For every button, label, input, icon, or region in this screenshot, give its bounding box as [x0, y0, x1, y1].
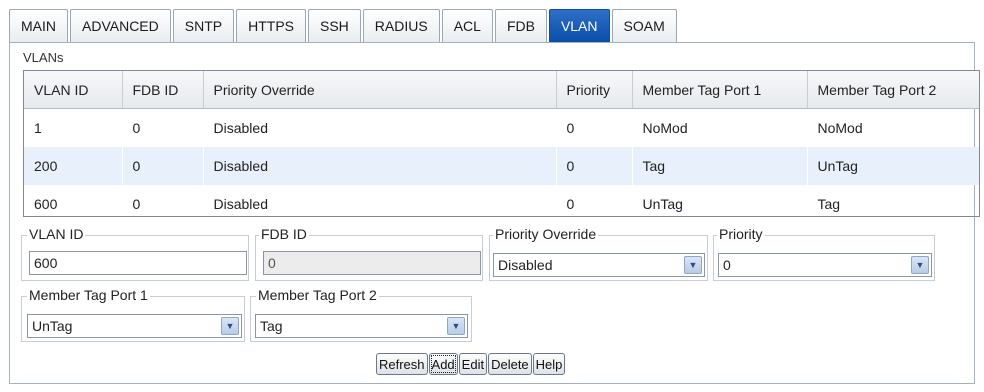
column-header-member-tag-port-2[interactable]: Member Tag Port 2	[807, 71, 979, 109]
member-tag-port-2-label: Member Tag Port 2	[256, 287, 379, 303]
column-header-priority-override[interactable]: Priority Override	[203, 71, 557, 109]
cell-priority-override: Disabled	[203, 108, 557, 147]
table-row[interactable]: 1 0 Disabled 0 NoMod NoMod	[24, 108, 979, 147]
chevron-down-icon[interactable]: ▼	[684, 256, 702, 274]
cell-priority-override: Disabled	[203, 147, 557, 185]
tab-acl[interactable]: ACL	[441, 9, 493, 42]
cell-member-tag-port-1: Tag	[632, 147, 808, 185]
vlan-id-input[interactable]	[29, 251, 247, 275]
priority-override-value: Disabled	[498, 257, 553, 273]
member-tag-port-1-label: Member Tag Port 1	[27, 287, 150, 303]
chevron-down-icon[interactable]: ▼	[911, 256, 929, 274]
tab-soam[interactable]: SOAM	[611, 9, 677, 42]
cell-fdb-id: 0	[122, 147, 204, 185]
fdb-id-label: FDB ID	[259, 226, 309, 242]
cell-priority: 0	[556, 108, 633, 147]
fdb-id-input	[263, 251, 481, 275]
member-tag-port-2-select[interactable]: Tag ▼	[255, 314, 468, 338]
tab-radius[interactable]: RADIUS	[362, 9, 440, 42]
cell-fdb-id: 0	[122, 108, 204, 147]
cell-member-tag-port-1: UnTag	[632, 185, 808, 216]
vlans-group-label: VLANs	[21, 50, 66, 65]
vlan-table: VLAN ID FDB ID Priority Override Priorit…	[23, 70, 980, 217]
edit-button[interactable]: Edit	[458, 353, 488, 375]
add-button[interactable]: Add	[428, 353, 458, 375]
tab-vlan[interactable]: VLAN	[548, 9, 610, 42]
cell-fdb-id: 0	[122, 185, 204, 216]
table-header-row: VLAN ID FDB ID Priority Override Priorit…	[24, 71, 979, 109]
action-buttons: Refresh Add Edit Delete Help	[376, 353, 566, 375]
cell-priority: 0	[556, 185, 633, 216]
chevron-down-icon[interactable]: ▼	[447, 317, 465, 335]
priority-label: Priority	[717, 226, 765, 242]
column-header-member-tag-port-1[interactable]: Member Tag Port 1	[632, 71, 808, 109]
column-header-fdb-id[interactable]: FDB ID	[122, 71, 204, 109]
tab-advanced[interactable]: ADVANCED	[70, 9, 171, 42]
tab-main[interactable]: MAIN	[9, 9, 68, 42]
table-row[interactable]: 200 0 Disabled 0 Tag UnTag	[24, 147, 979, 185]
cell-member-tag-port-2: UnTag	[807, 147, 979, 185]
table-row[interactable]: 600 0 Disabled 0 UnTag Tag	[24, 185, 979, 216]
cell-vlan-id: 600	[24, 185, 123, 216]
tab-https[interactable]: HTTPS	[236, 9, 306, 42]
tab-sntp[interactable]: SNTP	[172, 9, 235, 42]
priority-value: 0	[723, 257, 731, 273]
cell-vlan-id: 200	[24, 147, 123, 185]
tab-fdb[interactable]: FDB	[494, 9, 547, 42]
priority-select[interactable]: 0 ▼	[718, 253, 932, 277]
column-header-vlan-id[interactable]: VLAN ID	[24, 71, 123, 109]
cell-member-tag-port-2: NoMod	[807, 108, 979, 147]
help-button[interactable]: Help	[532, 353, 566, 375]
cell-member-tag-port-1: NoMod	[632, 108, 808, 147]
member-tag-port-2-value: Tag	[260, 318, 283, 334]
cell-priority: 0	[556, 147, 633, 185]
priority-override-select[interactable]: Disabled ▼	[493, 253, 705, 277]
vlan-id-label: VLAN ID	[27, 226, 86, 242]
member-tag-port-1-value: UnTag	[32, 318, 73, 334]
cell-priority-override: Disabled	[203, 185, 557, 216]
priority-override-label: Priority Override	[493, 226, 599, 242]
refresh-button[interactable]: Refresh	[376, 353, 428, 375]
chevron-down-icon[interactable]: ▼	[221, 317, 239, 335]
column-header-priority[interactable]: Priority	[556, 71, 633, 109]
tab-ssh[interactable]: SSH	[308, 9, 361, 42]
tab-bar: MAIN ADVANCED SNTP HTTPS SSH RADIUS ACL …	[9, 9, 679, 43]
cell-member-tag-port-2: Tag	[807, 185, 979, 216]
delete-button[interactable]: Delete	[488, 353, 532, 375]
cell-vlan-id: 1	[24, 108, 123, 147]
member-tag-port-1-select[interactable]: UnTag ▼	[27, 314, 242, 338]
